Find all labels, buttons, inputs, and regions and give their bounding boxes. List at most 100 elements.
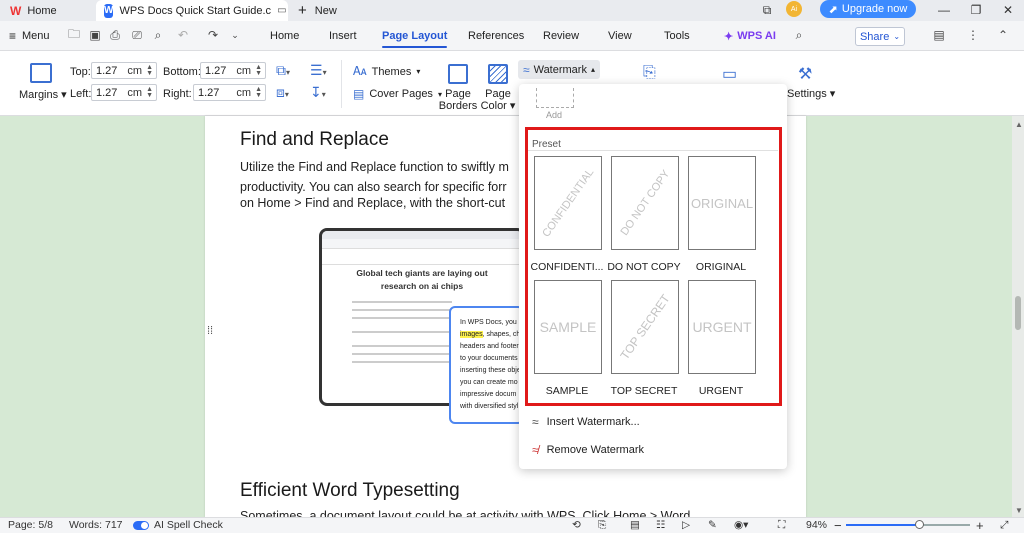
zoom-level[interactable]: 94% [806, 517, 827, 533]
insert-watermark-item[interactable]: ≈ Insert Watermark... [532, 413, 640, 431]
settings-icon[interactable]: ⚒ [798, 64, 812, 84]
mark-icon[interactable]: ⟲ [572, 517, 581, 533]
share-button[interactable]: Share ⌄ [855, 27, 905, 46]
scroll-up-icon[interactable]: ▲ [1015, 120, 1023, 129]
spinner-icon[interactable]: ▲ ▼ [146, 86, 153, 99]
preset-divider [528, 150, 778, 151]
watermark-button[interactable]: ≈ Watermark ▴ [518, 60, 600, 79]
top-margin-unit: cm [127, 64, 143, 77]
preset-do-not-copy-text: DO NOT COPY [618, 168, 672, 238]
undo-icon[interactable]: ↶ [176, 28, 190, 42]
settings-button[interactable]: Settings ▾ [787, 87, 835, 100]
more-icon[interactable]: ⋮ [966, 28, 980, 42]
preset-urgent[interactable]: URGENT [688, 280, 756, 374]
remove-watermark-item[interactable]: ≉ Remove Watermark [532, 441, 644, 459]
spell-check-label: AI Spell Check [154, 519, 223, 531]
save-icon[interactable]: ▣ [88, 28, 102, 42]
tablet-headline: Global tech giants are laying out resear… [322, 267, 522, 293]
tab-page-layout[interactable]: Page Layout [382, 21, 448, 51]
tab-home[interactable]: Home [270, 21, 299, 51]
new-tab-button[interactable]: + New [298, 0, 337, 21]
preset-top-secret[interactable]: TOP SECRET [611, 280, 679, 374]
print-preview-icon[interactable]: ⌕ [151, 28, 165, 42]
maximize-icon[interactable]: ❐ [964, 0, 988, 20]
top-margin-input[interactable]: 1.27 cm ▲ ▼ [91, 62, 157, 79]
bottom-margin-unit: cm [236, 64, 252, 77]
spinner-icon[interactable]: ▲ ▼ [146, 64, 153, 77]
add-watermark-box[interactable] [536, 88, 574, 108]
ribbon-divider [341, 60, 342, 108]
hamburger-icon: ≡ [9, 29, 17, 43]
preset-label-urgent: URGENT [698, 385, 744, 397]
drag-handle-icon[interactable]: ⁞⁞ [207, 325, 213, 337]
preset-confidential[interactable]: CONFIDENTIAL [534, 156, 602, 250]
scroll-down-icon[interactable]: ▼ [1015, 506, 1023, 515]
redo-icon[interactable]: ↷ [206, 28, 220, 42]
home-tab-label: Home [27, 4, 57, 17]
upgrade-button[interactable]: ⬈ Upgrade now [820, 0, 916, 18]
print-layout-icon[interactable]: ▤ [630, 517, 640, 533]
avatar[interactable]: Ai [786, 1, 802, 17]
margins-button[interactable]: Margins ▾ [19, 88, 67, 101]
heading-efficient-typesetting: Efficient Word Typesetting [240, 480, 460, 501]
tab-references[interactable]: References [468, 21, 524, 51]
zoom-slider-fill [846, 524, 920, 526]
top-label: Top: [70, 66, 91, 78]
minimize-icon[interactable]: — [932, 0, 956, 20]
text-direction-icon[interactable]: ↧▾ [310, 84, 326, 101]
left-margin-input[interactable]: 1.27 cm ▲ ▼ [91, 84, 157, 101]
document-icon[interactable]: ⎘ [598, 517, 606, 533]
bottom-margin-input[interactable]: 1.27 cm ▲ ▼ [200, 62, 266, 79]
restore-view-icon[interactable]: ⧉ [755, 0, 779, 20]
spinner-icon[interactable]: ▲ ▼ [255, 64, 262, 77]
close-window-icon[interactable]: ✕ [996, 0, 1020, 20]
print-icon[interactable]: ⎚ [130, 28, 144, 42]
insert-watermark-label: Insert Watermark... [546, 416, 640, 428]
export-icon[interactable]: ⎙ [108, 28, 122, 42]
orientation-icon[interactable]: ⧉▾ [276, 62, 290, 79]
right-margin-input[interactable]: 1.27 cm ▲ ▼ [193, 84, 266, 101]
size-icon[interactable]: ⧈▾ [276, 84, 289, 101]
home-tab[interactable]: W Home [0, 0, 92, 21]
play-icon[interactable]: ▷ [682, 517, 690, 533]
zoom-slider-knob[interactable] [915, 520, 924, 529]
preset-original[interactable]: ORIGINAL [688, 156, 756, 250]
preset-do-not-copy[interactable]: DO NOT COPY [611, 156, 679, 250]
zoom-out-icon[interactable]: − [834, 517, 842, 533]
open-folder-icon[interactable]: 🗀 [67, 27, 81, 42]
tab-tools[interactable]: Tools [664, 21, 690, 51]
chevron-down-icon[interactable]: ⌄ [228, 28, 242, 42]
tab-review[interactable]: Review [543, 21, 579, 51]
tab-view[interactable]: View [608, 21, 632, 51]
scrollbar-thumb[interactable] [1015, 296, 1021, 330]
page-borders-button[interactable]: Page Borders [439, 64, 477, 112]
tab-insert[interactable]: Insert [329, 21, 357, 51]
zoom-in-icon[interactable]: + [976, 517, 984, 533]
menu-button[interactable]: ≡ Menu [9, 21, 50, 51]
themes-button[interactable]: 🗛 Themes ▾ [353, 64, 420, 79]
page-borders-icon [448, 64, 468, 84]
fullscreen-icon[interactable]: ⤢ [1000, 517, 1008, 533]
spell-check-toggle[interactable]: AI Spell Check [133, 517, 223, 533]
document-tab[interactable]: W WPS Docs Quick Start Guide.c ▭ ✕ [96, 0, 288, 21]
word-count[interactable]: Words: 717 [69, 517, 123, 533]
pen-icon[interactable]: ✎ [708, 517, 717, 533]
comment-icon[interactable]: ▤ [932, 28, 946, 42]
section-icon[interactable]: ⎘ [643, 64, 656, 82]
web-layout-icon[interactable]: ☷ [656, 517, 665, 533]
spinner-icon[interactable]: ▲ ▼ [255, 86, 262, 99]
columns-icon[interactable]: ☰▾ [310, 62, 327, 79]
preset-sample[interactable]: SAMPLE [534, 280, 602, 374]
search-icon[interactable]: ⌕ [792, 28, 806, 42]
cover-pages-button[interactable]: ▤ Cover Pages ▾ [353, 87, 442, 101]
wps-ai-button[interactable]: ✦ WPS AI [724, 21, 776, 51]
eye-protection-icon[interactable]: ◉▾ [734, 517, 748, 533]
callout-line: images, shapes, cha [460, 331, 524, 338]
wps-ai-label: WPS AI [737, 30, 776, 42]
page-color-button[interactable]: Page Color ▾ [480, 64, 516, 112]
fit-screen-icon[interactable]: ⛶ [778, 517, 785, 533]
collapse-ribbon-icon[interactable]: ⌃ [996, 28, 1010, 42]
header-footer-icon[interactable]: ▭ [722, 64, 737, 84]
page-count[interactable]: Page: 5/8 [8, 517, 53, 533]
chevron-down-icon: ⌄ [893, 32, 901, 41]
